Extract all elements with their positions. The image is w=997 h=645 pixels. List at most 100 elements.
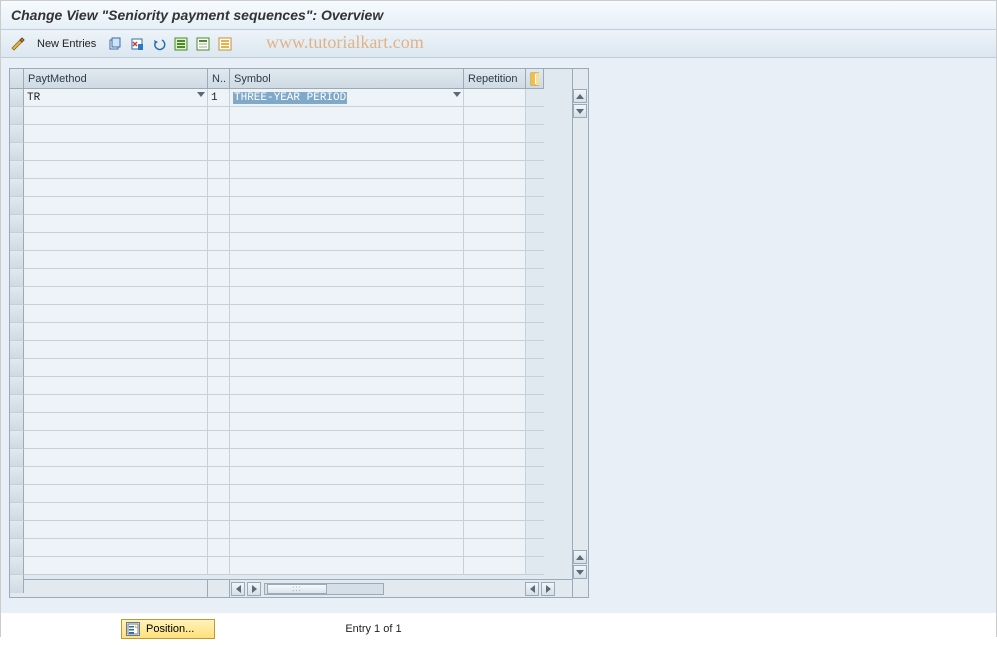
cell-repetition[interactable] — [464, 161, 526, 179]
cell-paytmethod[interactable] — [24, 287, 208, 305]
cell-paytmethod[interactable] — [24, 305, 208, 323]
row-selector[interactable] — [10, 413, 24, 431]
cell-n[interactable] — [208, 503, 230, 521]
cell-repetition[interactable] — [464, 305, 526, 323]
cell-repetition[interactable] — [464, 107, 526, 125]
cell-paytmethod[interactable] — [24, 521, 208, 539]
row-selector[interactable] — [10, 215, 24, 233]
cell-symbol[interactable] — [230, 251, 464, 269]
cell-symbol[interactable] — [230, 449, 464, 467]
cell-symbol[interactable] — [230, 539, 464, 557]
row-selector[interactable] — [10, 107, 24, 125]
dropdown-icon[interactable] — [453, 92, 461, 97]
cell-repetition[interactable] — [464, 323, 526, 341]
copy-as-icon[interactable] — [106, 35, 124, 53]
cell-paytmethod[interactable] — [24, 125, 208, 143]
cell-repetition[interactable] — [464, 485, 526, 503]
cell-paytmethod[interactable] — [24, 179, 208, 197]
row-selector[interactable] — [10, 197, 24, 215]
cell-paytmethod[interactable] — [24, 503, 208, 521]
cell-repetition[interactable] — [464, 467, 526, 485]
hscroll-left-icon[interactable] — [231, 582, 245, 596]
cell-symbol[interactable]: THREE-YEAR PERIOD — [230, 89, 464, 107]
cell-n[interactable] — [208, 323, 230, 341]
cell-n[interactable] — [208, 413, 230, 431]
cell-n[interactable] — [208, 539, 230, 557]
cell-n[interactable] — [208, 125, 230, 143]
row-selector[interactable] — [10, 521, 24, 539]
cell-symbol[interactable] — [230, 179, 464, 197]
cell-symbol[interactable] — [230, 107, 464, 125]
deselect-all-icon[interactable] — [216, 35, 234, 53]
dropdown-icon[interactable] — [197, 92, 205, 97]
cell-symbol[interactable] — [230, 503, 464, 521]
cell-n[interactable] — [208, 431, 230, 449]
cell-n[interactable] — [208, 557, 230, 575]
row-selector[interactable] — [10, 269, 24, 287]
select-block-icon[interactable] — [194, 35, 212, 53]
cell-n[interactable] — [208, 359, 230, 377]
cell-paytmethod[interactable] — [24, 161, 208, 179]
cell-symbol[interactable] — [230, 269, 464, 287]
row-selector[interactable] — [10, 89, 24, 107]
cell-symbol[interactable] — [230, 395, 464, 413]
row-selector[interactable] — [10, 341, 24, 359]
cell-symbol[interactable] — [230, 377, 464, 395]
cell-n[interactable] — [208, 341, 230, 359]
toggle-display-change-icon[interactable] — [9, 35, 27, 53]
cell-n[interactable] — [208, 521, 230, 539]
cell-paytmethod[interactable] — [24, 485, 208, 503]
cell-n[interactable]: 1 — [208, 89, 230, 107]
hscroll-right-icon[interactable] — [247, 582, 261, 596]
cell-n[interactable] — [208, 107, 230, 125]
vscroll-up2-icon[interactable] — [573, 550, 587, 564]
cell-paytmethod[interactable] — [24, 431, 208, 449]
row-selector[interactable] — [10, 377, 24, 395]
cell-paytmethod[interactable] — [24, 143, 208, 161]
cell-paytmethod[interactable] — [24, 215, 208, 233]
cell-repetition[interactable] — [464, 449, 526, 467]
hscroll-thumb[interactable]: ::: — [267, 584, 327, 594]
header-n[interactable]: N.. — [208, 69, 230, 89]
cell-n[interactable] — [208, 251, 230, 269]
cell-paytmethod[interactable] — [24, 251, 208, 269]
row-selector[interactable] — [10, 287, 24, 305]
row-selector[interactable] — [10, 449, 24, 467]
cell-repetition[interactable] — [464, 521, 526, 539]
cell-symbol[interactable] — [230, 557, 464, 575]
cell-symbol[interactable] — [230, 521, 464, 539]
cell-repetition[interactable] — [464, 377, 526, 395]
new-entries-button[interactable]: New Entries — [31, 36, 102, 52]
cell-n[interactable] — [208, 449, 230, 467]
row-selector[interactable] — [10, 323, 24, 341]
cell-paytmethod[interactable] — [24, 539, 208, 557]
cell-repetition[interactable] — [464, 557, 526, 575]
cell-n[interactable] — [208, 305, 230, 323]
row-selector[interactable] — [10, 431, 24, 449]
cell-repetition[interactable] — [464, 89, 526, 107]
cell-paytmethod[interactable] — [24, 557, 208, 575]
row-selector[interactable] — [10, 125, 24, 143]
cell-paytmethod[interactable] — [24, 269, 208, 287]
cell-paytmethod[interactable] — [24, 449, 208, 467]
cell-paytmethod[interactable] — [24, 359, 208, 377]
hscroll-track[interactable]: ::: — [264, 583, 384, 595]
cell-repetition[interactable] — [464, 503, 526, 521]
cell-symbol[interactable] — [230, 467, 464, 485]
vscroll-up-icon[interactable] — [573, 89, 587, 103]
cell-symbol[interactable] — [230, 215, 464, 233]
cell-repetition[interactable] — [464, 125, 526, 143]
cell-paytmethod[interactable] — [24, 107, 208, 125]
cell-n[interactable] — [208, 161, 230, 179]
cell-repetition[interactable] — [464, 179, 526, 197]
row-selector[interactable] — [10, 161, 24, 179]
vscroll-down2-icon[interactable] — [573, 565, 587, 579]
cell-repetition[interactable] — [464, 251, 526, 269]
row-selector[interactable] — [10, 557, 24, 575]
configure-columns-icon[interactable] — [526, 69, 544, 89]
cell-repetition[interactable] — [464, 233, 526, 251]
cell-symbol[interactable] — [230, 125, 464, 143]
cell-paytmethod[interactable] — [24, 413, 208, 431]
cell-n[interactable] — [208, 269, 230, 287]
cell-symbol[interactable] — [230, 287, 464, 305]
